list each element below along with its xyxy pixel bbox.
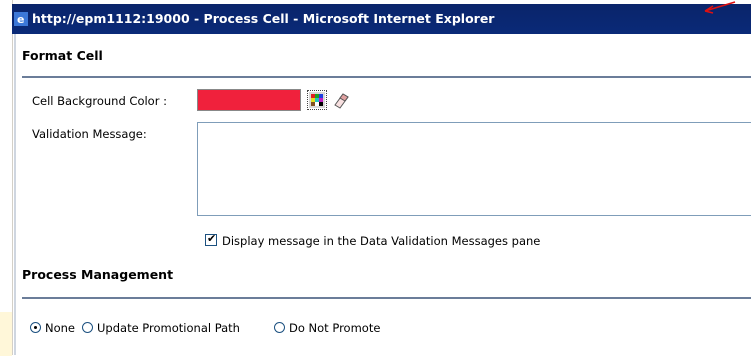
radio-selected-dot <box>34 326 37 329</box>
internet-explorer-icon: e <box>14 12 28 26</box>
radio-update-promotional-path-label: Update Promotional Path <box>97 321 240 335</box>
red-annotation-arrow <box>704 1 736 14</box>
cell-background-color-swatch[interactable] <box>197 89 301 111</box>
process-management-heading: Process Management <box>22 267 174 282</box>
process-management-divider <box>22 297 751 299</box>
left-background-strip <box>0 0 13 356</box>
color-palette-button[interactable] <box>307 90 327 110</box>
display-message-label: Display message in the Data Validation M… <box>222 234 541 248</box>
validation-message-label: Validation Message: <box>32 127 147 141</box>
eraser-icon[interactable] <box>332 90 352 110</box>
dialog-body: Format Cell Cell Background Color : Vali… <box>14 34 751 355</box>
radio-do-not-promote-label: Do Not Promote <box>289 321 381 335</box>
format-cell-heading: Format Cell <box>22 48 103 63</box>
window-title: http://epm1112:19000 - Process Cell - Mi… <box>32 11 495 26</box>
display-message-checkbox[interactable]: ✔ <box>205 232 217 246</box>
format-cell-divider <box>22 76 751 78</box>
radio-none[interactable] <box>30 322 41 333</box>
color-palette-icon <box>309 92 325 108</box>
radio-update-promotional-path[interactable] <box>82 322 93 333</box>
validation-message-input[interactable] <box>197 122 751 216</box>
left-highlight <box>0 312 12 356</box>
checkmark-icon: ✔ <box>207 232 217 245</box>
title-bar: e http://epm1112:19000 - Process Cell - … <box>12 4 751 34</box>
cell-background-color-label: Cell Background Color : <box>32 94 167 108</box>
svg-text:e: e <box>17 13 24 26</box>
radio-do-not-promote[interactable] <box>274 322 285 333</box>
radio-none-label: None <box>45 321 76 335</box>
